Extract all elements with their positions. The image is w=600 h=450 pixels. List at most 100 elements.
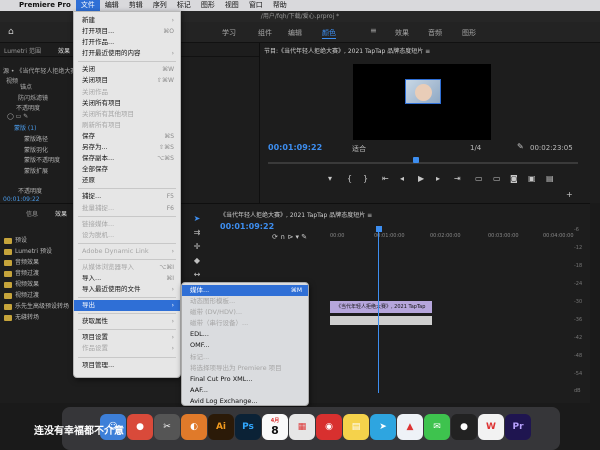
wps-icon[interactable]: W <box>478 414 504 440</box>
workspace-menu-icon[interactable]: ≡ <box>370 26 384 38</box>
slip-tool-icon[interactable]: ↔ <box>192 270 202 280</box>
folder-lumetri-presets[interactable]: Lumetri 预设 <box>4 246 52 255</box>
wechat-icon[interactable]: ✉ <box>424 414 450 440</box>
menu-file[interactable]: 文件 <box>75 0 100 11</box>
track-select-icon[interactable]: ⇉ <box>192 228 202 238</box>
export-menu-item[interactable]: AAF... <box>182 385 308 396</box>
export-menu-item[interactable]: OMF... <box>182 340 308 351</box>
tab-effect-controls[interactable]: 效果 <box>58 46 70 55</box>
lift-icon[interactable]: ▭ <box>475 174 483 183</box>
export-menu-item[interactable]: 媒体... ⌘M <box>182 285 308 297</box>
folder-advanced-presets[interactable]: 乐先生高级预设转场 <box>4 301 69 310</box>
export-menu-item[interactable]: Final Cut Pro XML... <box>182 374 308 385</box>
menu-help[interactable]: 帮助 <box>268 0 292 11</box>
tab-lumetri-scopes[interactable]: Lumetri 范围 <box>4 46 41 55</box>
color-picker-icon[interactable]: ◐ <box>181 414 207 440</box>
telegram-icon[interactable]: ➤ <box>370 414 396 440</box>
timeline-timecode[interactable]: 00:01:09:22 <box>220 222 274 231</box>
marker-icon[interactable]: ▾ <box>328 174 332 183</box>
illustrator-icon[interactable]: Ai <box>208 414 234 440</box>
qq-icon[interactable]: ● <box>451 414 477 440</box>
workspace-effects[interactable]: 效果 <box>395 28 409 38</box>
file-menu-item[interactable]: 保存副本... ⌥⌘S <box>74 153 180 164</box>
folder-video-transitions[interactable]: 视频过渡 <box>4 290 39 299</box>
menu-sequence[interactable]: 序列 <box>148 0 172 11</box>
chrome-icon[interactable]: ● <box>127 414 153 440</box>
file-menu-item[interactable]: 另存为... ⇧⌘S <box>74 142 180 153</box>
playhead-handle-icon[interactable] <box>376 226 382 232</box>
menu-clip[interactable]: 剪辑 <box>124 0 148 11</box>
step-back-icon[interactable]: ◂ <box>400 174 404 183</box>
file-menu-item[interactable]: 捕捉... F5 <box>74 191 180 202</box>
settings-wrench-icon[interactable]: ✎ <box>517 142 524 151</box>
selection-tool-icon[interactable]: ➤ <box>192 214 202 224</box>
file-menu-item[interactable]: 打开最近使用的内容 › <box>74 48 180 59</box>
menu-window[interactable]: 窗口 <box>244 0 268 11</box>
file-menu-item[interactable]: 关闭项目 ⇧⌘W <box>74 75 180 86</box>
go-to-out-icon[interactable]: ⇥ <box>454 174 461 183</box>
menu-app-name[interactable]: Premiere Pro <box>14 0 76 11</box>
effect-timecode[interactable]: 00:01:09:22 <box>3 196 40 203</box>
add-button-icon[interactable]: + <box>566 190 573 199</box>
workspace-learn[interactable]: 学习 <box>222 28 236 38</box>
program-scrubber[interactable] <box>268 162 578 164</box>
export-menu-item[interactable]: Avid Log Exchange... <box>182 396 308 407</box>
workspace-edit[interactable]: 编辑 <box>288 28 302 38</box>
vpn-icon[interactable]: ▲ <box>397 414 423 440</box>
program-timecode[interactable]: 00:01:09:22 <box>268 143 322 152</box>
file-menu-item[interactable]: 打开项目... ⌘O <box>74 26 180 37</box>
mask-tools[interactable]: ◯ ▭ ✎ <box>7 113 28 120</box>
file-menu-item[interactable]: 还原 <box>74 175 180 186</box>
audio-clip[interactable] <box>330 316 432 325</box>
photoshop-icon[interactable]: Ps <box>235 414 261 440</box>
netease-music-icon[interactable]: ◉ <box>316 414 342 440</box>
tab-info[interactable]: 信息 <box>26 209 38 218</box>
proxy-icon[interactable]: ▤ <box>546 174 554 183</box>
file-menu-item[interactable]: 保存 ⌘S <box>74 131 180 142</box>
video-clip[interactable]: 《当代年轻人拒绝大赛》, 2021 TapTap <box>330 301 432 313</box>
file-menu-item[interactable]: 关闭 ⌘W <box>74 64 180 75</box>
folder-seamless-transitions[interactable]: 无缝转场 <box>4 312 39 321</box>
ripple-edit-icon[interactable]: ✛ <box>192 242 202 252</box>
folder-presets[interactable]: 预设 <box>4 235 27 244</box>
mark-in-icon[interactable]: { <box>347 174 352 183</box>
folder-audio-effects[interactable]: 音频效果 <box>4 257 39 266</box>
calendar-icon[interactable]: 4月 8 <box>262 414 288 440</box>
folder-video-effects[interactable]: 视频效果 <box>4 279 39 288</box>
workspace-color[interactable]: 颜色 <box>322 28 336 39</box>
timeline-title[interactable]: 《当代年轻人拒绝大赛》, 2021 TapTap 品牌态度短片 ≡ <box>220 210 372 219</box>
workspace-assembly[interactable]: 组件 <box>258 28 272 38</box>
time-ruler[interactable]: 00:00 00:01:00:00 00:02:00:00 00:03:00:0… <box>328 233 590 243</box>
notes-icon[interactable]: ▤ <box>343 414 369 440</box>
quality-dropdown[interactable]: 1/4 <box>470 144 481 152</box>
video-thumbnail[interactable] <box>405 79 441 104</box>
file-menu-item[interactable]: 导入... ⌘I <box>74 273 180 284</box>
file-menu-item[interactable]: 关闭所有项目 <box>74 98 180 109</box>
extract-icon[interactable]: ▭ <box>493 174 501 183</box>
workspace-audio[interactable]: 音频 <box>428 28 442 38</box>
file-menu-item[interactable]: 导出 › <box>74 300 180 312</box>
file-menu-item[interactable]: 导入最近使用的文件 › <box>74 284 180 295</box>
premiere-icon[interactable]: Pr <box>505 414 531 440</box>
export-menu-item[interactable]: EDL... <box>182 329 308 340</box>
step-forward-icon[interactable]: ▸ <box>436 174 440 183</box>
file-menu-item[interactable]: 获取属性 › <box>74 316 180 327</box>
tab-effects[interactable]: 效果 <box>55 209 67 218</box>
menu-graphics[interactable]: 图形 <box>196 0 220 11</box>
file-menu-item[interactable]: 项目管理... <box>74 360 180 371</box>
fit-dropdown[interactable]: 适合 <box>352 144 366 154</box>
folder-audio-transitions[interactable]: 音频过渡 <box>4 268 39 277</box>
program-playhead-icon[interactable] <box>413 157 419 163</box>
file-menu-item[interactable]: 全部保存 <box>74 164 180 175</box>
go-to-in-icon[interactable]: ⇤ <box>382 174 389 183</box>
file-menu-item[interactable]: 新建 › <box>74 15 180 26</box>
file-menu-item[interactable]: 项目设置 › <box>74 332 180 343</box>
launchpad-icon[interactable]: ▦ <box>289 414 315 440</box>
screenshot-icon[interactable]: ✂ <box>154 414 180 440</box>
timeline-tools-icons[interactable]: ⟳ ∩ ⊳ ▾ ✎ <box>272 233 307 241</box>
menu-markers[interactable]: 标记 <box>172 0 196 11</box>
comparison-view-icon[interactable]: ▣ <box>528 174 536 183</box>
workspace-graphics[interactable]: 图形 <box>462 28 476 38</box>
export-frame-icon[interactable]: ◙ <box>510 174 518 183</box>
file-menu-item[interactable]: 打开作品... <box>74 37 180 48</box>
